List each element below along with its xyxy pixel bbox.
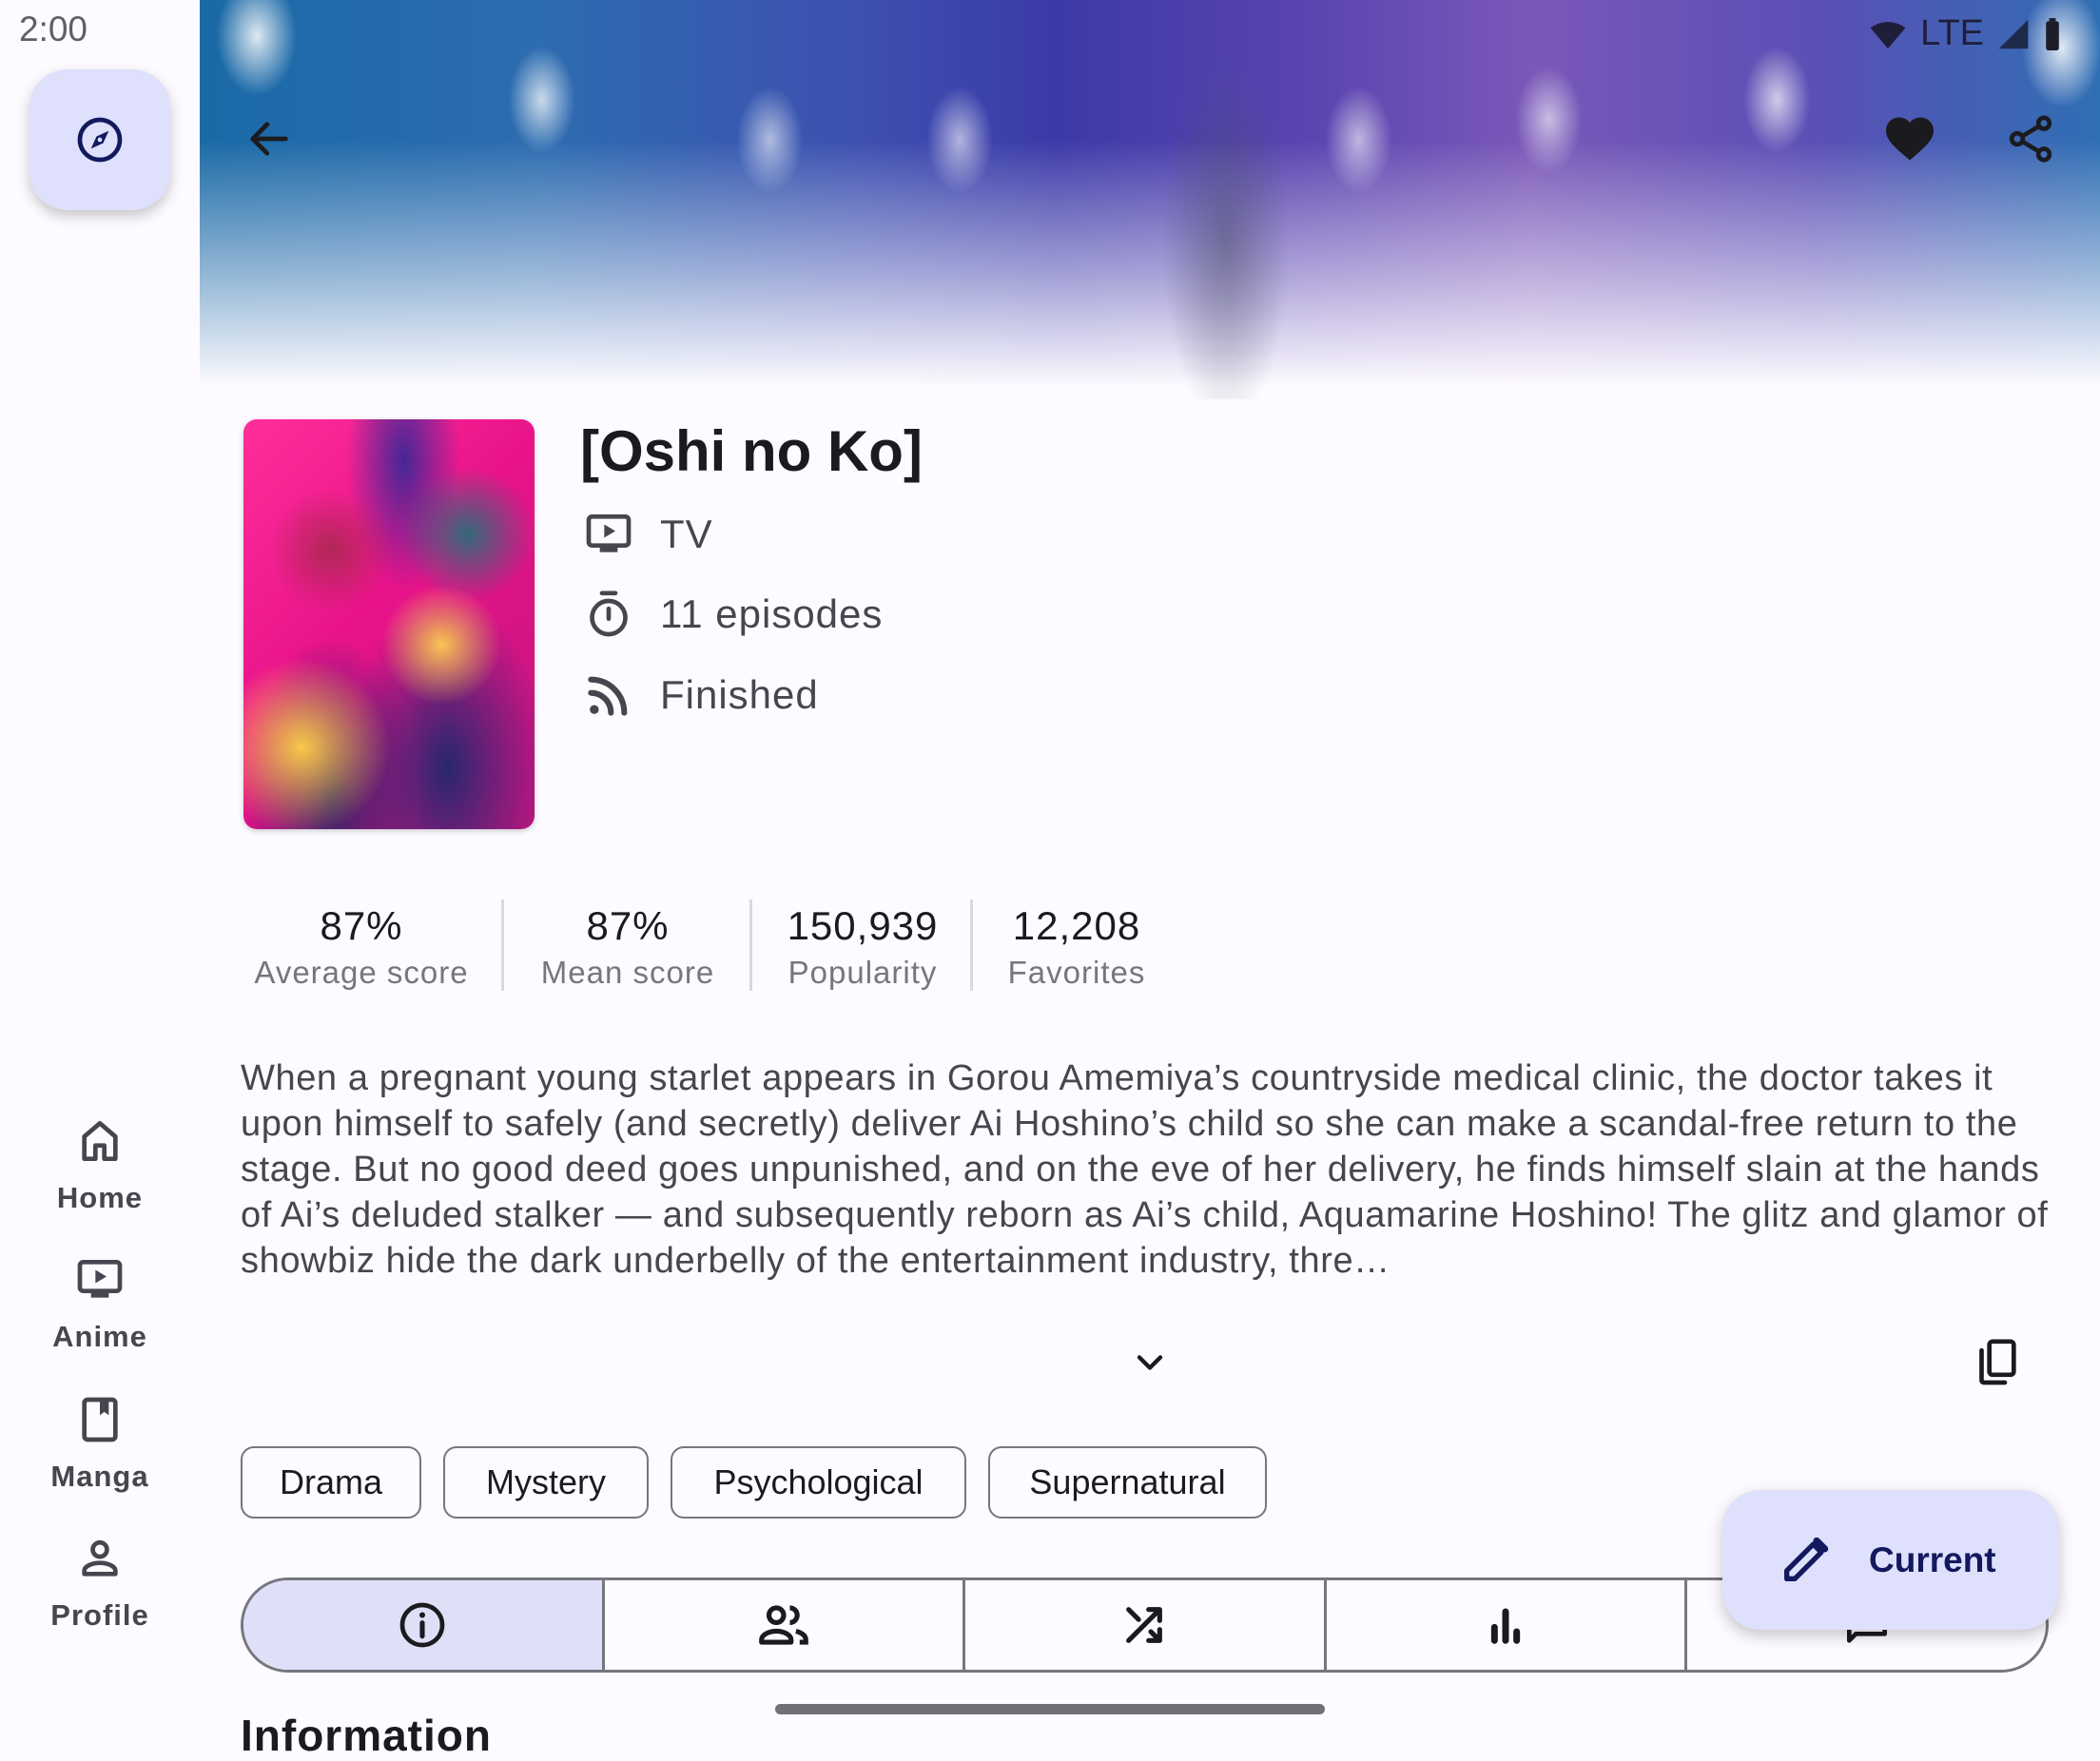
shuffle-icon (1126, 1607, 1163, 1643)
nav-label-anime: Anime (52, 1320, 147, 1353)
stat-mean-score: 87% Mean score (514, 903, 742, 991)
explore-icon (77, 117, 123, 163)
format-text: TV (660, 512, 713, 556)
battery-icon (2046, 17, 2059, 50)
network-type: LTE (1920, 13, 1984, 53)
fab-label: Current (1869, 1539, 1996, 1579)
tv-icon (586, 514, 632, 552)
status-text: Finished (660, 672, 819, 717)
stat-value: 12,208 (1012, 903, 1141, 948)
favorite-button[interactable] (1872, 101, 1948, 177)
book-icon (82, 1397, 118, 1442)
nav-item-profile[interactable]: Profile (0, 1532, 200, 1633)
copy-button[interactable] (1970, 1334, 2027, 1391)
genre-chip[interactable]: Drama (241, 1446, 421, 1519)
nav-item-home[interactable]: Home (0, 1114, 200, 1215)
edit-list-status-button[interactable]: Current (1722, 1490, 2059, 1630)
status-row: Finished (580, 667, 819, 724)
explore-button[interactable] (29, 69, 170, 210)
status-time: 2:00 (19, 10, 88, 48)
nav-label-manga: Manga (50, 1460, 149, 1493)
expand-description-button[interactable] (1121, 1334, 1178, 1391)
stat-label: Popularity (788, 955, 938, 990)
tab-information[interactable] (243, 1580, 605, 1670)
genre-chip[interactable]: Supernatural (988, 1446, 1267, 1519)
signal-icon (1998, 19, 2029, 48)
banner-image (200, 0, 2100, 399)
share-icon (2009, 115, 2052, 163)
home-icon (82, 1121, 118, 1161)
back-button[interactable] (231, 101, 307, 177)
share-button[interactable] (1993, 101, 2069, 177)
person-icon (82, 1539, 118, 1577)
info-icon (399, 1602, 445, 1648)
stat-average-score: 87% Average score (247, 903, 476, 991)
gesture-handle[interactable] (775, 1704, 1325, 1714)
stat-popularity: 150,939 Popularity (749, 903, 977, 991)
media-title: [Oshi no Ko] (580, 419, 923, 483)
tv-icon (77, 1260, 123, 1298)
timer-icon (590, 590, 628, 637)
description-text: When a pregnant young starlet appears in… (241, 1058, 2049, 1281)
nav-label-profile: Profile (50, 1598, 149, 1632)
section-heading: Information (241, 1711, 492, 1760)
tab-stats[interactable] (1327, 1580, 1688, 1670)
nav-label-home: Home (56, 1181, 144, 1214)
stat-value: 150,939 (787, 903, 939, 948)
chevron-down-icon (1137, 1355, 1163, 1370)
genre-chip[interactable]: Mystery (443, 1446, 649, 1519)
status-icons: LTE (1869, 13, 2062, 54)
stat-favorites: 12,208 Favorites (962, 903, 1191, 991)
copy-icon (1979, 1339, 2016, 1385)
people-icon (759, 1605, 808, 1645)
edit-icon (1784, 1537, 1829, 1581)
stat-label: Favorites (1007, 955, 1146, 990)
stat-divider (501, 900, 504, 991)
stat-label: Average score (254, 955, 469, 990)
nav-item-manga[interactable]: Manga (0, 1393, 200, 1494)
tab-relations[interactable] (965, 1580, 1327, 1670)
genre-chip[interactable]: Psychological (671, 1446, 966, 1519)
stat-value: 87% (320, 903, 403, 948)
nav-item-anime[interactable]: Anime (0, 1253, 200, 1354)
stat-label: Mean score (540, 955, 715, 990)
heart-filled-icon (1886, 117, 1934, 161)
bar-chart-icon (1490, 1608, 1521, 1644)
episodes-text: 11 episodes (660, 591, 884, 636)
tab-characters[interactable] (605, 1580, 966, 1670)
wifi-icon (1870, 21, 1906, 48)
format-row: TV (580, 506, 713, 563)
stat-value: 87% (586, 903, 670, 948)
cover-image[interactable] (243, 419, 535, 829)
arrow-back-icon (250, 122, 288, 156)
episodes-row: 11 episodes (580, 586, 883, 643)
rss-feed-icon (588, 676, 628, 716)
